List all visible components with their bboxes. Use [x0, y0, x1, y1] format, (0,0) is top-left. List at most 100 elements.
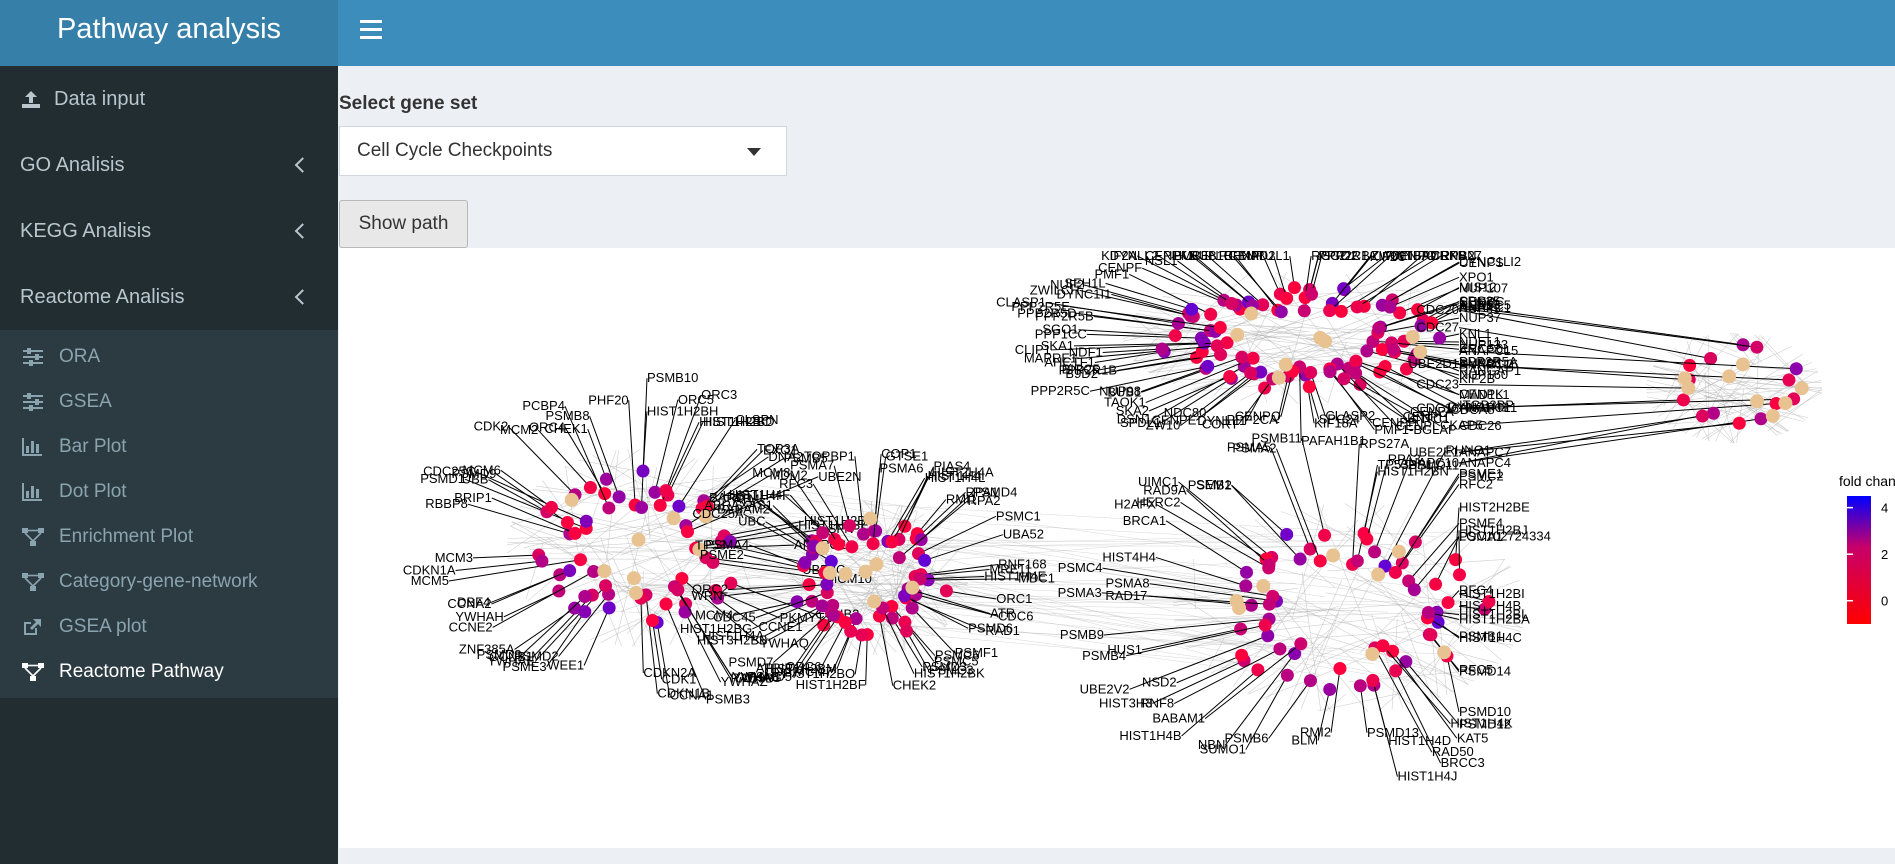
gene-node — [599, 579, 613, 593]
pathway-hub-node — [666, 511, 681, 526]
reactome-submenu: ORA GSEA Bar Plot Dot Plot Enrichment Pl… — [0, 330, 338, 698]
gene-label: CLSPN — [735, 412, 778, 427]
gene-node — [1376, 639, 1390, 653]
pathway-hub-node — [905, 580, 920, 595]
gene-node — [900, 624, 914, 638]
label-leader-line — [1186, 489, 1270, 566]
menu-reactome-analisis[interactable]: Reactome Analisis — [0, 264, 338, 330]
gene-node — [905, 601, 919, 615]
gene-label: BUB1B — [1190, 248, 1233, 263]
gene-label: HIST2H2BE — [1459, 500, 1530, 515]
gene-node — [1318, 528, 1332, 542]
gene-node — [1421, 605, 1435, 619]
gene-label: CDC20 — [1416, 302, 1459, 317]
submenu-label: Reactome Pathway — [59, 660, 224, 682]
submenu-reactome-pathway[interactable]: Reactome Pathway — [0, 649, 338, 694]
legend-title: fold change — [1839, 473, 1895, 489]
gene-node — [1350, 554, 1364, 568]
pathway-hub-node — [1794, 381, 1809, 396]
gene-label: HIST1H4K — [1450, 716, 1512, 731]
gene-label: PSMB1 — [1459, 629, 1503, 644]
label-leader-line — [472, 554, 539, 559]
gene-label: CHEK1 — [544, 421, 587, 436]
pathway-hub-node — [1391, 544, 1406, 559]
gene-label: ANAPC16 — [1459, 357, 1518, 372]
pathway-hub-node — [631, 532, 646, 547]
gene-label: RNF8 — [1140, 696, 1174, 711]
submenu-category-gene-network[interactable]: Category-gene-network — [0, 559, 338, 604]
gene-label: ORC3 — [701, 387, 737, 402]
gene-node — [1695, 409, 1709, 423]
gene-node — [1204, 307, 1218, 321]
menu-data-input[interactable]: Data input — [0, 66, 338, 132]
gene-label: BRIP1 — [454, 490, 492, 505]
label-leader-line — [1275, 448, 1321, 562]
gene-node — [1303, 542, 1317, 556]
gene-node — [1368, 545, 1382, 559]
bar-chart-icon — [22, 482, 59, 501]
submenu-bar-plot[interactable]: Bar Plot — [0, 424, 338, 469]
gene-label: SEH1L — [1064, 275, 1105, 290]
gene-node — [1213, 320, 1227, 334]
label-leader-line — [628, 400, 636, 506]
pathway-hub-node — [1765, 408, 1780, 423]
label-leader-line — [865, 634, 868, 686]
gene-label: HIST2H4A — [932, 464, 994, 479]
legend-tick-label: 4 — [1881, 501, 1888, 516]
gene-node — [1223, 369, 1237, 383]
pathway-hub-node — [1256, 578, 1271, 593]
external-link-icon — [22, 618, 59, 636]
submenu-dot-plot[interactable]: Dot Plot — [0, 469, 338, 514]
label-leader-line — [1301, 438, 1326, 536]
geneset-selected-value: Cell Cycle Checkpoints — [357, 140, 553, 161]
network-icon — [22, 527, 59, 546]
gene-node — [1302, 380, 1316, 394]
geneset-label: Select gene set — [339, 93, 478, 114]
gene-node — [1305, 287, 1319, 301]
network-icon — [22, 572, 59, 591]
network-graph: NUP133KIF2BNUP160NUP85RANGAP1DYNC1I2ITGB… — [403, 248, 1895, 784]
menu-go-analisis[interactable]: GO Analisis — [0, 132, 338, 198]
pathway-hub-node — [1437, 645, 1452, 660]
label-leader-line — [1094, 351, 1165, 364]
gene-node — [1280, 291, 1294, 305]
gene-node — [1244, 366, 1258, 380]
pathway-hub-node — [1750, 394, 1765, 409]
submenu-label: Enrichment Plot — [59, 525, 194, 547]
gene-node — [574, 553, 588, 567]
legend-tick-label: 0 — [1881, 594, 1888, 609]
gene-node — [681, 525, 695, 539]
gene-node — [1349, 366, 1363, 380]
submenu-enrichment-plot[interactable]: Enrichment Plot — [0, 514, 338, 559]
submenu-ora[interactable]: ORA — [0, 334, 338, 379]
submenu-gsea-plot[interactable]: GSEA plot — [0, 604, 338, 649]
gene-label: XPO1 — [1459, 269, 1494, 284]
gene-label: RFC3 — [779, 476, 813, 491]
gene-label: PSMB9 — [1060, 627, 1104, 642]
gene-node — [820, 577, 834, 591]
menu-label: KEGG Analisis — [20, 219, 152, 242]
label-leader-line — [1310, 372, 1326, 417]
gene-node — [1353, 679, 1367, 693]
geneset-select[interactable]: Cell Cycle Checkpoints — [339, 126, 787, 176]
gene-label: HIST1H2BJ — [1459, 522, 1528, 537]
show-path-button[interactable]: Show path — [339, 200, 468, 248]
gene-label: TP53 — [695, 537, 726, 552]
legend-tick-label: 2 — [1881, 547, 1888, 562]
gene-node — [1185, 302, 1199, 316]
chevron-left-icon — [294, 289, 311, 305]
menu-kegg-analisis[interactable]: KEGG Analisis — [0, 198, 338, 264]
gene-label: PSMD14 — [1459, 664, 1511, 679]
gene-label: UBE2V2 — [1080, 681, 1130, 696]
gene-node — [855, 628, 869, 642]
submenu-gsea[interactable]: GSEA — [0, 379, 338, 424]
gene-label: KAT5 — [1457, 730, 1489, 745]
pathway-hub-node — [1271, 370, 1286, 385]
gene-node — [1350, 300, 1364, 314]
gene-node — [1155, 342, 1169, 356]
gene-label: PHF20 — [588, 392, 628, 407]
gene-node — [1337, 372, 1351, 386]
gene-node — [1366, 673, 1380, 687]
gene-node — [659, 597, 673, 611]
hamburger-icon[interactable] — [360, 20, 382, 40]
